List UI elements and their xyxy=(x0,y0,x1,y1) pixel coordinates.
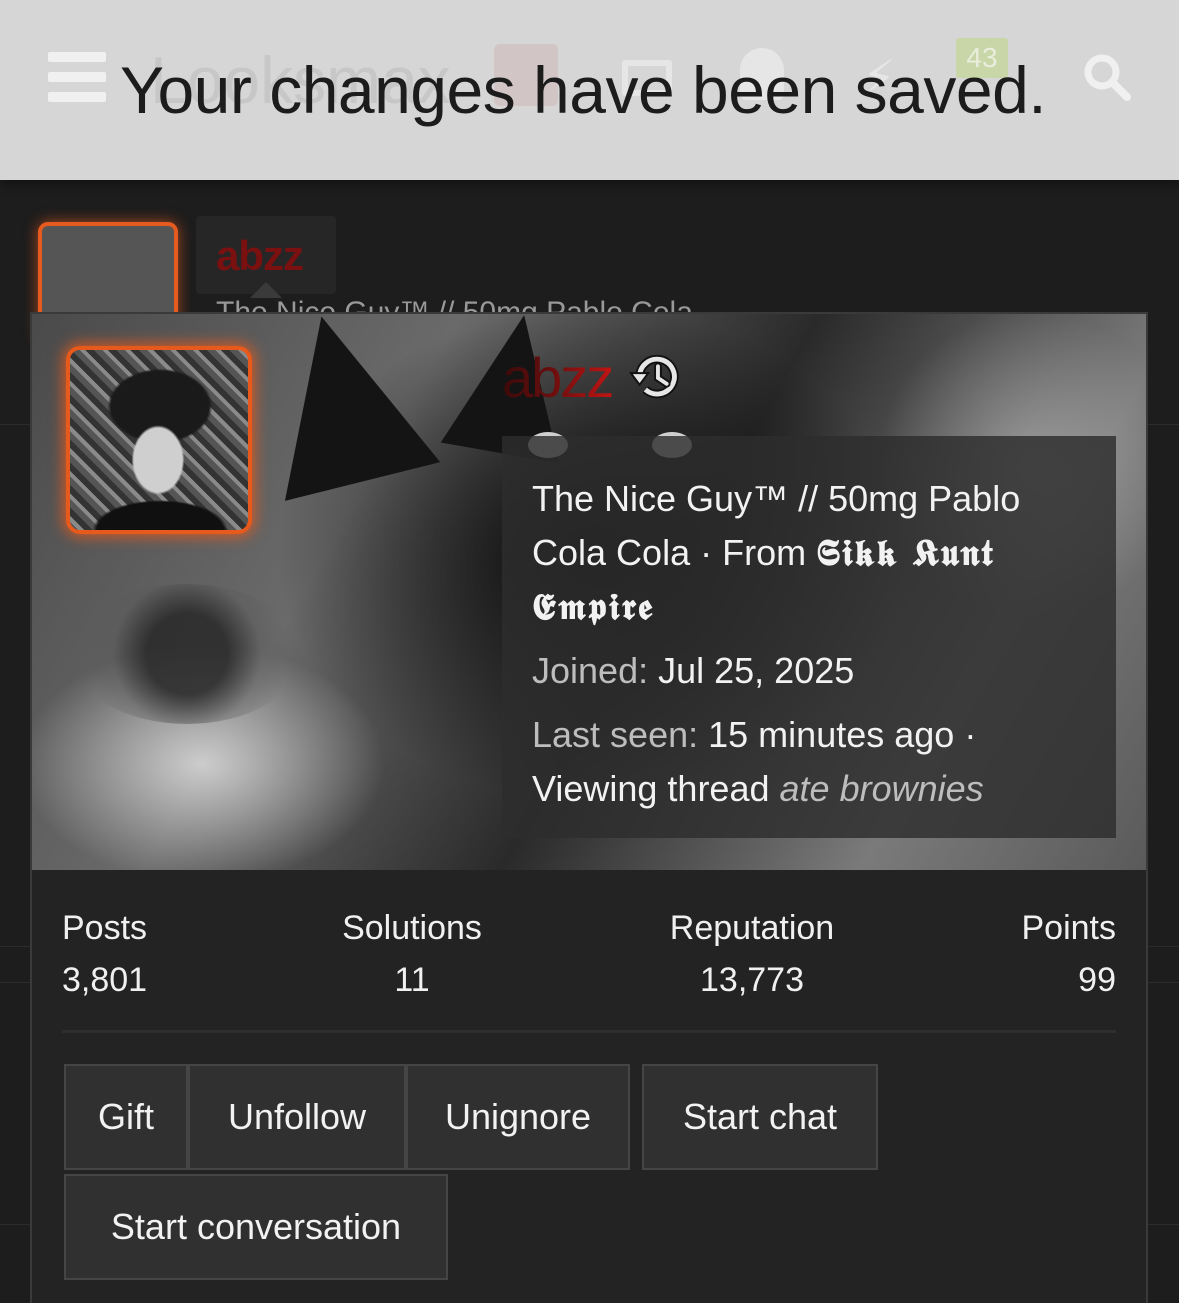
start-conversation-button[interactable]: Start conversation xyxy=(64,1174,448,1280)
avatar[interactable] xyxy=(66,346,252,534)
joined-row: Joined: Jul 25, 2025 xyxy=(532,644,1086,698)
username-link[interactable]: abzz xyxy=(502,345,614,410)
stat-points[interactable]: Points 99 xyxy=(1022,904,1117,1008)
joined-label: Joined: xyxy=(532,650,649,691)
saved-notification-banner[interactable]: Looksmax ⚡ 43 Your changes have been sav… xyxy=(0,0,1179,180)
viewing-thread-link[interactable]: ate brownies xyxy=(780,768,984,809)
banner-decoration xyxy=(243,314,441,501)
stat-label: Reputation xyxy=(669,909,835,947)
gift-button[interactable]: Gift xyxy=(64,1064,188,1170)
stat-solutions[interactable]: Solutions 11 xyxy=(332,904,492,1008)
saved-message: Your changes have been saved. xyxy=(120,53,1047,127)
unignore-button[interactable]: Unignore xyxy=(406,1064,630,1170)
stat-value: 3,801 xyxy=(62,961,148,999)
banner-decoration xyxy=(72,584,302,724)
unfollow-button[interactable]: Unfollow xyxy=(188,1064,406,1170)
history-icon[interactable] xyxy=(628,348,686,406)
stat-posts[interactable]: Posts 3,801 xyxy=(62,904,147,1008)
start-chat-button[interactable]: Start chat xyxy=(642,1064,878,1170)
background-username[interactable]: abzz xyxy=(216,232,304,280)
stat-value: 11 xyxy=(394,961,430,999)
user-title: The Nice Guy™ // 50mg Pablo Cola Cola · … xyxy=(532,478,1021,628)
member-info-box: The Nice Guy™ // 50mg Pablo Cola Cola · … xyxy=(502,436,1116,838)
stat-reputation[interactable]: Reputation 13,773 xyxy=(652,904,852,1008)
stat-label: Points xyxy=(1021,909,1117,947)
member-tooltip-card: abzz The Nice Guy™ // 50mg Pablo Cola Co… xyxy=(30,312,1148,1303)
stat-label: Solutions xyxy=(342,909,482,947)
member-stats: Posts 3,801 Solutions 11 Reputation 13,7… xyxy=(62,904,1116,1004)
stat-value: 99 xyxy=(1078,961,1116,999)
joined-date: Jul 25, 2025 xyxy=(658,650,855,691)
stat-label: Posts xyxy=(62,909,148,947)
profile-banner-image: abzz The Nice Guy™ // 50mg Pablo Cola Co… xyxy=(32,314,1146,870)
divider xyxy=(62,1030,1116,1033)
from-label: From xyxy=(722,532,807,573)
last-seen-value: 15 minutes ago xyxy=(708,714,955,755)
stat-value: 13,773 xyxy=(700,961,804,999)
last-seen-label: Last seen: xyxy=(532,714,699,755)
viewing-label: Viewing thread xyxy=(532,768,770,809)
hamburger-menu-icon[interactable] xyxy=(48,52,106,102)
username-row: abzz xyxy=(502,342,686,412)
search-icon[interactable] xyxy=(1082,52,1132,102)
last-seen-row: Last seen: 15 minutes ago · Viewing thre… xyxy=(532,714,984,809)
